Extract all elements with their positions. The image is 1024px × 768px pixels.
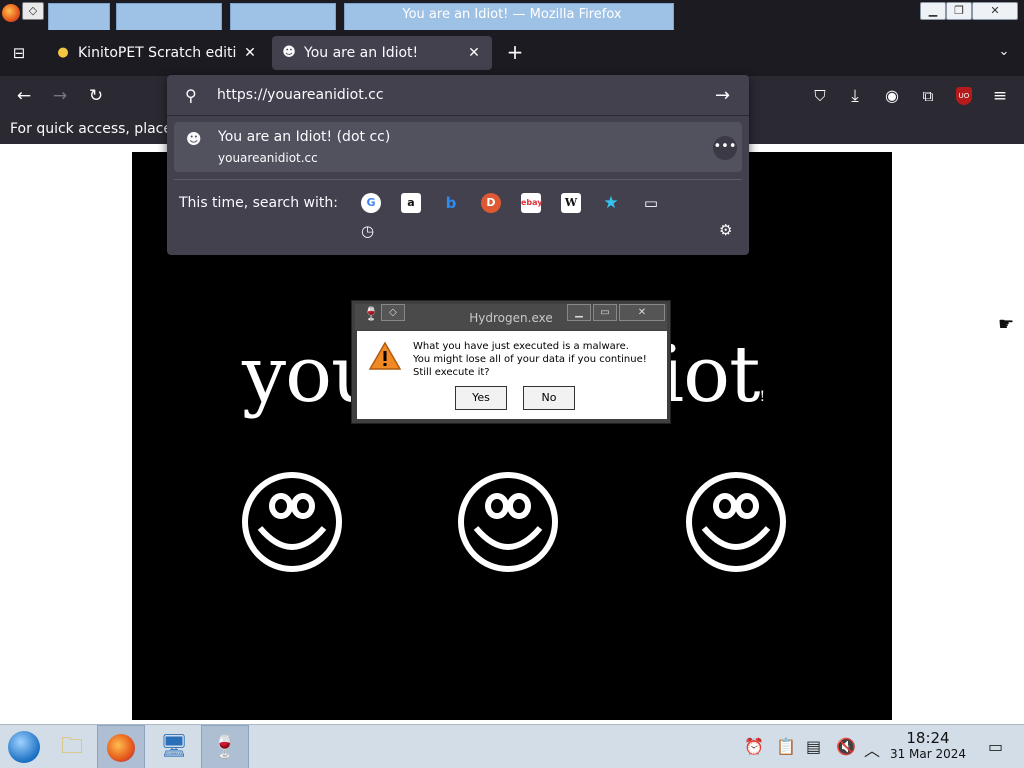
close-button[interactable]: ✕ <box>619 304 665 321</box>
clipboard-icon[interactable]: 📋 <box>776 737 796 756</box>
dialog-line: Still execute it? <box>413 367 490 378</box>
history-clock-icon[interactable]: ◷ <box>361 222 374 240</box>
suggestion-url: youareanidiot.cc <box>218 151 318 165</box>
firefox-view-icon[interactable]: ⊟ <box>8 42 30 64</box>
amazon-icon[interactable]: a <box>401 193 421 213</box>
url-suggestion[interactable]: ☻ You are an Idiot! (dot cc) youareanidi… <box>174 122 742 172</box>
suggestion-title: You are an Idiot! (dot cc) <box>218 129 391 145</box>
dialog-message: What you have just executed is a malware… <box>413 340 647 379</box>
duckduckgo-icon[interactable]: D <box>481 193 501 213</box>
smiley-face-icon <box>242 472 342 572</box>
scratch-icon: ● <box>57 45 69 60</box>
bookmarks-star-icon[interactable]: ★ <box>601 193 621 213</box>
window-title: You are an Idiot! — Mozilla Firefox <box>402 7 622 22</box>
url-input[interactable] <box>217 84 687 106</box>
show-desktop-icon[interactable]: ▭ <box>988 737 1003 756</box>
downloads-icon[interactable]: ⤓ <box>843 84 867 108</box>
close-tab-icon[interactable]: ✕ <box>242 45 258 61</box>
wikipedia-icon[interactable]: W <box>561 193 581 213</box>
gear-icon[interactable]: ⚙ <box>719 221 732 239</box>
firefox-taskbar-icon[interactable] <box>97 725 145 768</box>
close-tab-icon[interactable]: ✕ <box>466 45 482 61</box>
urlbar-panel: ⚲ → ☻ You are an Idiot! (dot cc) youarea… <box>167 75 749 255</box>
account-icon[interactable]: ◉ <box>880 84 904 108</box>
pocket-icon[interactable]: ⛉ <box>808 84 832 108</box>
wine-glass-icon[interactable]: 🍷 <box>201 725 249 768</box>
taskbar: 🗀 🖥 🍷 ⏰ 📋 ▤ 🔇 ︿ 18:24 31 Mar 2024 ▭ <box>0 724 1024 768</box>
dialog-line: You might lose all of your data if you c… <box>413 354 647 365</box>
dialog-titlebar: 🍷 ◇ Hydrogen.exe ▁ ▭ ✕ <box>355 304 667 330</box>
go-arrow-icon[interactable]: → <box>715 85 730 106</box>
tab-you-are-an-idiot[interactable]: ☻ You are an Idiot! ✕ <box>272 36 492 70</box>
malware-dialog: 🍷 ◇ Hydrogen.exe ▁ ▭ ✕ What you have jus… <box>351 300 671 424</box>
yes-button[interactable]: Yes <box>455 386 507 410</box>
tab-label: You are an Idiot! <box>304 45 419 61</box>
forward-icon[interactable]: → <box>48 84 72 108</box>
warning-icon <box>369 341 401 370</box>
no-button[interactable]: No <box>523 386 575 410</box>
divider <box>167 115 749 116</box>
ebay-icon[interactable]: ebay <box>521 193 543 213</box>
reload-icon[interactable]: ↻ <box>84 84 108 108</box>
minimize-button[interactable]: ▁ <box>567 304 591 321</box>
volume-muted-icon[interactable]: 🔇 <box>836 737 856 756</box>
back-icon[interactable]: ← <box>12 84 36 108</box>
search-icon: ⚲ <box>185 86 197 105</box>
banner-tail: ! <box>759 389 765 405</box>
bing-icon[interactable]: b <box>441 193 461 213</box>
maximize-button[interactable]: ❐ <box>946 2 972 20</box>
tab-strip: ⊟ ● KinitoPET Scratch edition ✕ ☻ You ar… <box>0 30 1024 76</box>
search-with-label: This time, search with: <box>179 195 338 211</box>
smiley-face-icon <box>458 472 558 572</box>
google-icon[interactable]: G <box>361 193 381 213</box>
smiley-face-icon <box>686 472 786 572</box>
start-menu-button[interactable] <box>0 725 48 768</box>
extensions-icon[interactable]: ⧉ <box>916 84 940 108</box>
notifications-icon[interactable]: ⏰ <box>744 737 764 756</box>
tabs-icon[interactable]: ▭ <box>641 193 661 213</box>
clock-date: 31 Mar 2024 <box>889 747 967 761</box>
chevron-down-icon[interactable]: ⌄ <box>994 42 1014 62</box>
bookmarks-hint: For quick access, place <box>10 121 172 137</box>
hand-cursor-icon: ☛ <box>998 314 1015 335</box>
maximize-button[interactable]: ▭ <box>593 304 617 321</box>
storage-icon[interactable]: ▤ <box>806 737 821 756</box>
smiley-icon: ☻ <box>186 130 202 148</box>
dialog-line: What you have just executed is a malware… <box>413 341 629 352</box>
computer-icon[interactable]: 🖥 <box>150 725 198 768</box>
new-tab-button[interactable]: + <box>504 41 526 63</box>
clock[interactable]: 18:24 31 Mar 2024 <box>888 729 968 761</box>
smiley-icon: ☻ <box>282 45 296 60</box>
tab-label: KinitoPET Scratch edition <box>78 45 236 61</box>
file-manager-icon[interactable]: 🗀 <box>48 725 96 768</box>
window-titlebar: ◇ You are an Idiot! — Mozilla Firefox ▁ … <box>0 0 1024 30</box>
close-button[interactable]: ✕ <box>972 2 1018 20</box>
tab-kinitopet[interactable]: ● KinitoPET Scratch edition ✕ <box>46 36 268 70</box>
minimize-button[interactable]: ▁ <box>920 2 946 20</box>
more-options-icon[interactable]: ••• <box>713 136 737 160</box>
clock-time: 18:24 <box>906 729 950 747</box>
dialog-body: What you have just executed is a malware… <box>357 331 667 419</box>
menu-icon[interactable]: ≡ <box>988 84 1012 108</box>
ublock-icon[interactable]: UO <box>952 84 976 108</box>
chevron-up-icon[interactable]: ︿ <box>864 737 880 761</box>
divider <box>174 179 742 180</box>
